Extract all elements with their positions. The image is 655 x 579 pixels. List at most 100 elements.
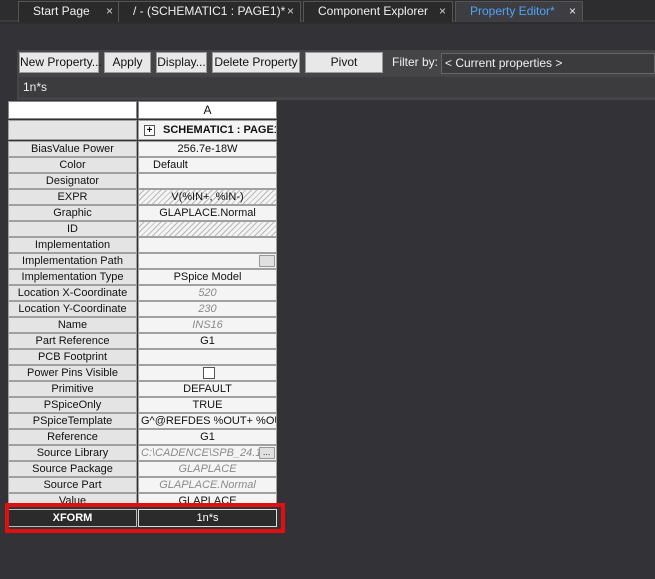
property-value[interactable]: PSpice Model — [138, 269, 277, 285]
property-value[interactable]: Default — [138, 157, 277, 173]
filter-select[interactable]: < Current properties > — [441, 53, 655, 74]
table-row: ID — [8, 221, 278, 237]
property-value[interactable] — [138, 253, 277, 269]
table-row: PCB Footprint — [8, 349, 278, 365]
close-icon[interactable]: × — [439, 2, 446, 21]
delete-property-button[interactable]: Delete Property — [212, 52, 300, 73]
tab-start-page[interactable]: Start Page × — [18, 1, 120, 22]
table-row: Location Y-Coordinate 230 — [8, 301, 278, 317]
property-value[interactable]: INS16 — [138, 317, 277, 333]
column-header[interactable]: A — [138, 101, 277, 119]
property-name[interactable]: Power Pins Visible — [8, 365, 137, 381]
property-name[interactable]: BiasValue Power — [8, 141, 137, 157]
property-value[interactable]: TRUE — [138, 397, 277, 413]
property-name[interactable]: Location Y-Coordinate — [8, 301, 137, 317]
property-name[interactable]: Implementation Path — [8, 253, 137, 269]
table-row: Source Part GLAPLACE.Normal — [8, 477, 278, 493]
property-value[interactable]: G1 — [138, 429, 277, 445]
property-name[interactable]: Graphic — [8, 205, 137, 221]
property-name[interactable]: Source Part — [8, 477, 137, 493]
property-name[interactable]: Designator — [8, 173, 137, 189]
table-row: Implementation — [8, 237, 278, 253]
tab-label: Property Editor* — [470, 4, 555, 18]
table-row: Designator — [8, 173, 278, 189]
property-name[interactable]: ID — [8, 221, 137, 237]
table-row: Reference G1 — [8, 429, 278, 445]
close-icon[interactable]: × — [106, 2, 113, 21]
table-row: Source Package GLAPLACE — [8, 461, 278, 477]
table-row: Name INS16 — [8, 317, 278, 333]
property-name[interactable]: Reference — [8, 429, 137, 445]
table-row: PSpiceOnly TRUE — [8, 397, 278, 413]
property-name[interactable]: PCB Footprint — [8, 349, 137, 365]
filter-label: Filter by: — [392, 55, 439, 69]
schematic-cell[interactable]: + SCHEMATIC1 : PAGE1 — [138, 120, 277, 140]
property-value[interactable] — [138, 349, 277, 365]
tab-label: Start Page — [33, 4, 90, 18]
property-name[interactable]: Part Reference — [8, 333, 137, 349]
table-row: Graphic GLAPLACE.Normal — [8, 205, 278, 221]
table-row: BiasValue Power 256.7e-18W — [8, 141, 278, 157]
table-row: Part Reference G1 — [8, 333, 278, 349]
property-name[interactable]: Primitive — [8, 381, 137, 397]
power-pins-visible-checkbox[interactable] — [203, 367, 215, 379]
expand-icon[interactable]: + — [144, 125, 155, 136]
schematic-label: SCHEMATIC1 : PAGE1 — [163, 124, 277, 136]
table-row: EXPR V(%IN+, %IN-) — [8, 189, 278, 205]
table-row: Implementation Type PSpice Model — [8, 269, 278, 285]
schematic-row: + SCHEMATIC1 : PAGE1 — [8, 120, 278, 140]
property-value[interactable]: GLAPLACE.Normal — [138, 477, 277, 493]
row-header[interactable] — [8, 120, 137, 140]
property-value[interactable]: GLAPLACE.Normal — [138, 205, 277, 221]
tab-label: / - (SCHEMATIC1 : PAGE1)* — [133, 4, 286, 18]
property-value[interactable] — [138, 237, 277, 253]
property-name[interactable]: Implementation — [8, 237, 137, 253]
property-name[interactable]: Color — [8, 157, 137, 173]
property-value[interactable] — [138, 365, 277, 381]
highlight-annotation-box — [5, 503, 285, 533]
document-tab-bar: Start Page × / - (SCHEMATIC1 : PAGE1)* ×… — [0, 0, 655, 22]
tab-component-explorer[interactable]: Component Explorer × — [303, 1, 453, 22]
tab-schematic-page[interactable]: / - (SCHEMATIC1 : PAGE1)* × — [118, 1, 301, 22]
table-row: Location X-Coordinate 520 — [8, 285, 278, 301]
property-value[interactable]: 256.7e-18W — [138, 141, 277, 157]
value-edit-bar[interactable]: 1n*s — [19, 77, 655, 97]
property-name[interactable]: Location X-Coordinate — [8, 285, 137, 301]
property-value[interactable] — [138, 173, 277, 189]
property-name[interactable]: PSpiceOnly — [8, 397, 137, 413]
property-value[interactable]: V(%IN+, %IN-) — [138, 189, 277, 205]
browse-button[interactable]: ... — [259, 447, 275, 459]
property-value-text: C:\CADENCE\SPB_24.1 — [141, 447, 262, 459]
property-name[interactable]: EXPR — [8, 189, 137, 205]
property-name[interactable]: Source Library — [8, 445, 137, 461]
property-value[interactable]: 520 — [138, 285, 277, 301]
property-value[interactable]: DEFAULT — [138, 381, 277, 397]
property-value[interactable]: GLAPLACE — [138, 461, 277, 477]
display-button[interactable]: Display... — [156, 52, 207, 73]
property-value[interactable]: G1 — [138, 333, 277, 349]
apply-button[interactable]: Apply — [104, 52, 151, 73]
tab-property-editor[interactable]: Property Editor* × — [455, 1, 583, 22]
property-grid: A + SCHEMATIC1 : PAGE1 BiasValue Power 2… — [8, 101, 278, 506]
grid-corner[interactable] — [8, 101, 137, 119]
property-name[interactable]: PSpiceTemplate — [8, 413, 137, 429]
property-value[interactable]: G^@REFDES %OUT+ %OUT — [138, 413, 277, 429]
table-row: Power Pins Visible — [8, 365, 278, 381]
new-property-button[interactable]: New Property... — [19, 52, 102, 73]
property-value[interactable] — [138, 221, 277, 237]
table-row: PSpiceTemplate G^@REFDES %OUT+ %OUT — [8, 413, 278, 429]
property-value[interactable]: 230 — [138, 301, 277, 317]
table-row: Source Library C:\CADENCE\SPB_24.1 ... — [8, 445, 278, 461]
property-name[interactable]: Name — [8, 317, 137, 333]
table-row: Primitive DEFAULT — [8, 381, 278, 397]
table-row: Color Default — [8, 157, 278, 173]
table-row: Implementation Path — [8, 253, 278, 269]
property-name[interactable]: Implementation Type — [8, 269, 137, 285]
browse-button[interactable] — [259, 255, 275, 267]
property-value[interactable]: C:\CADENCE\SPB_24.1 ... — [138, 445, 277, 461]
close-icon[interactable]: × — [569, 2, 576, 21]
tab-label: Component Explorer — [318, 4, 429, 18]
close-icon[interactable]: × — [287, 2, 294, 21]
pivot-button[interactable]: Pivot — [305, 52, 383, 73]
property-name[interactable]: Source Package — [8, 461, 137, 477]
